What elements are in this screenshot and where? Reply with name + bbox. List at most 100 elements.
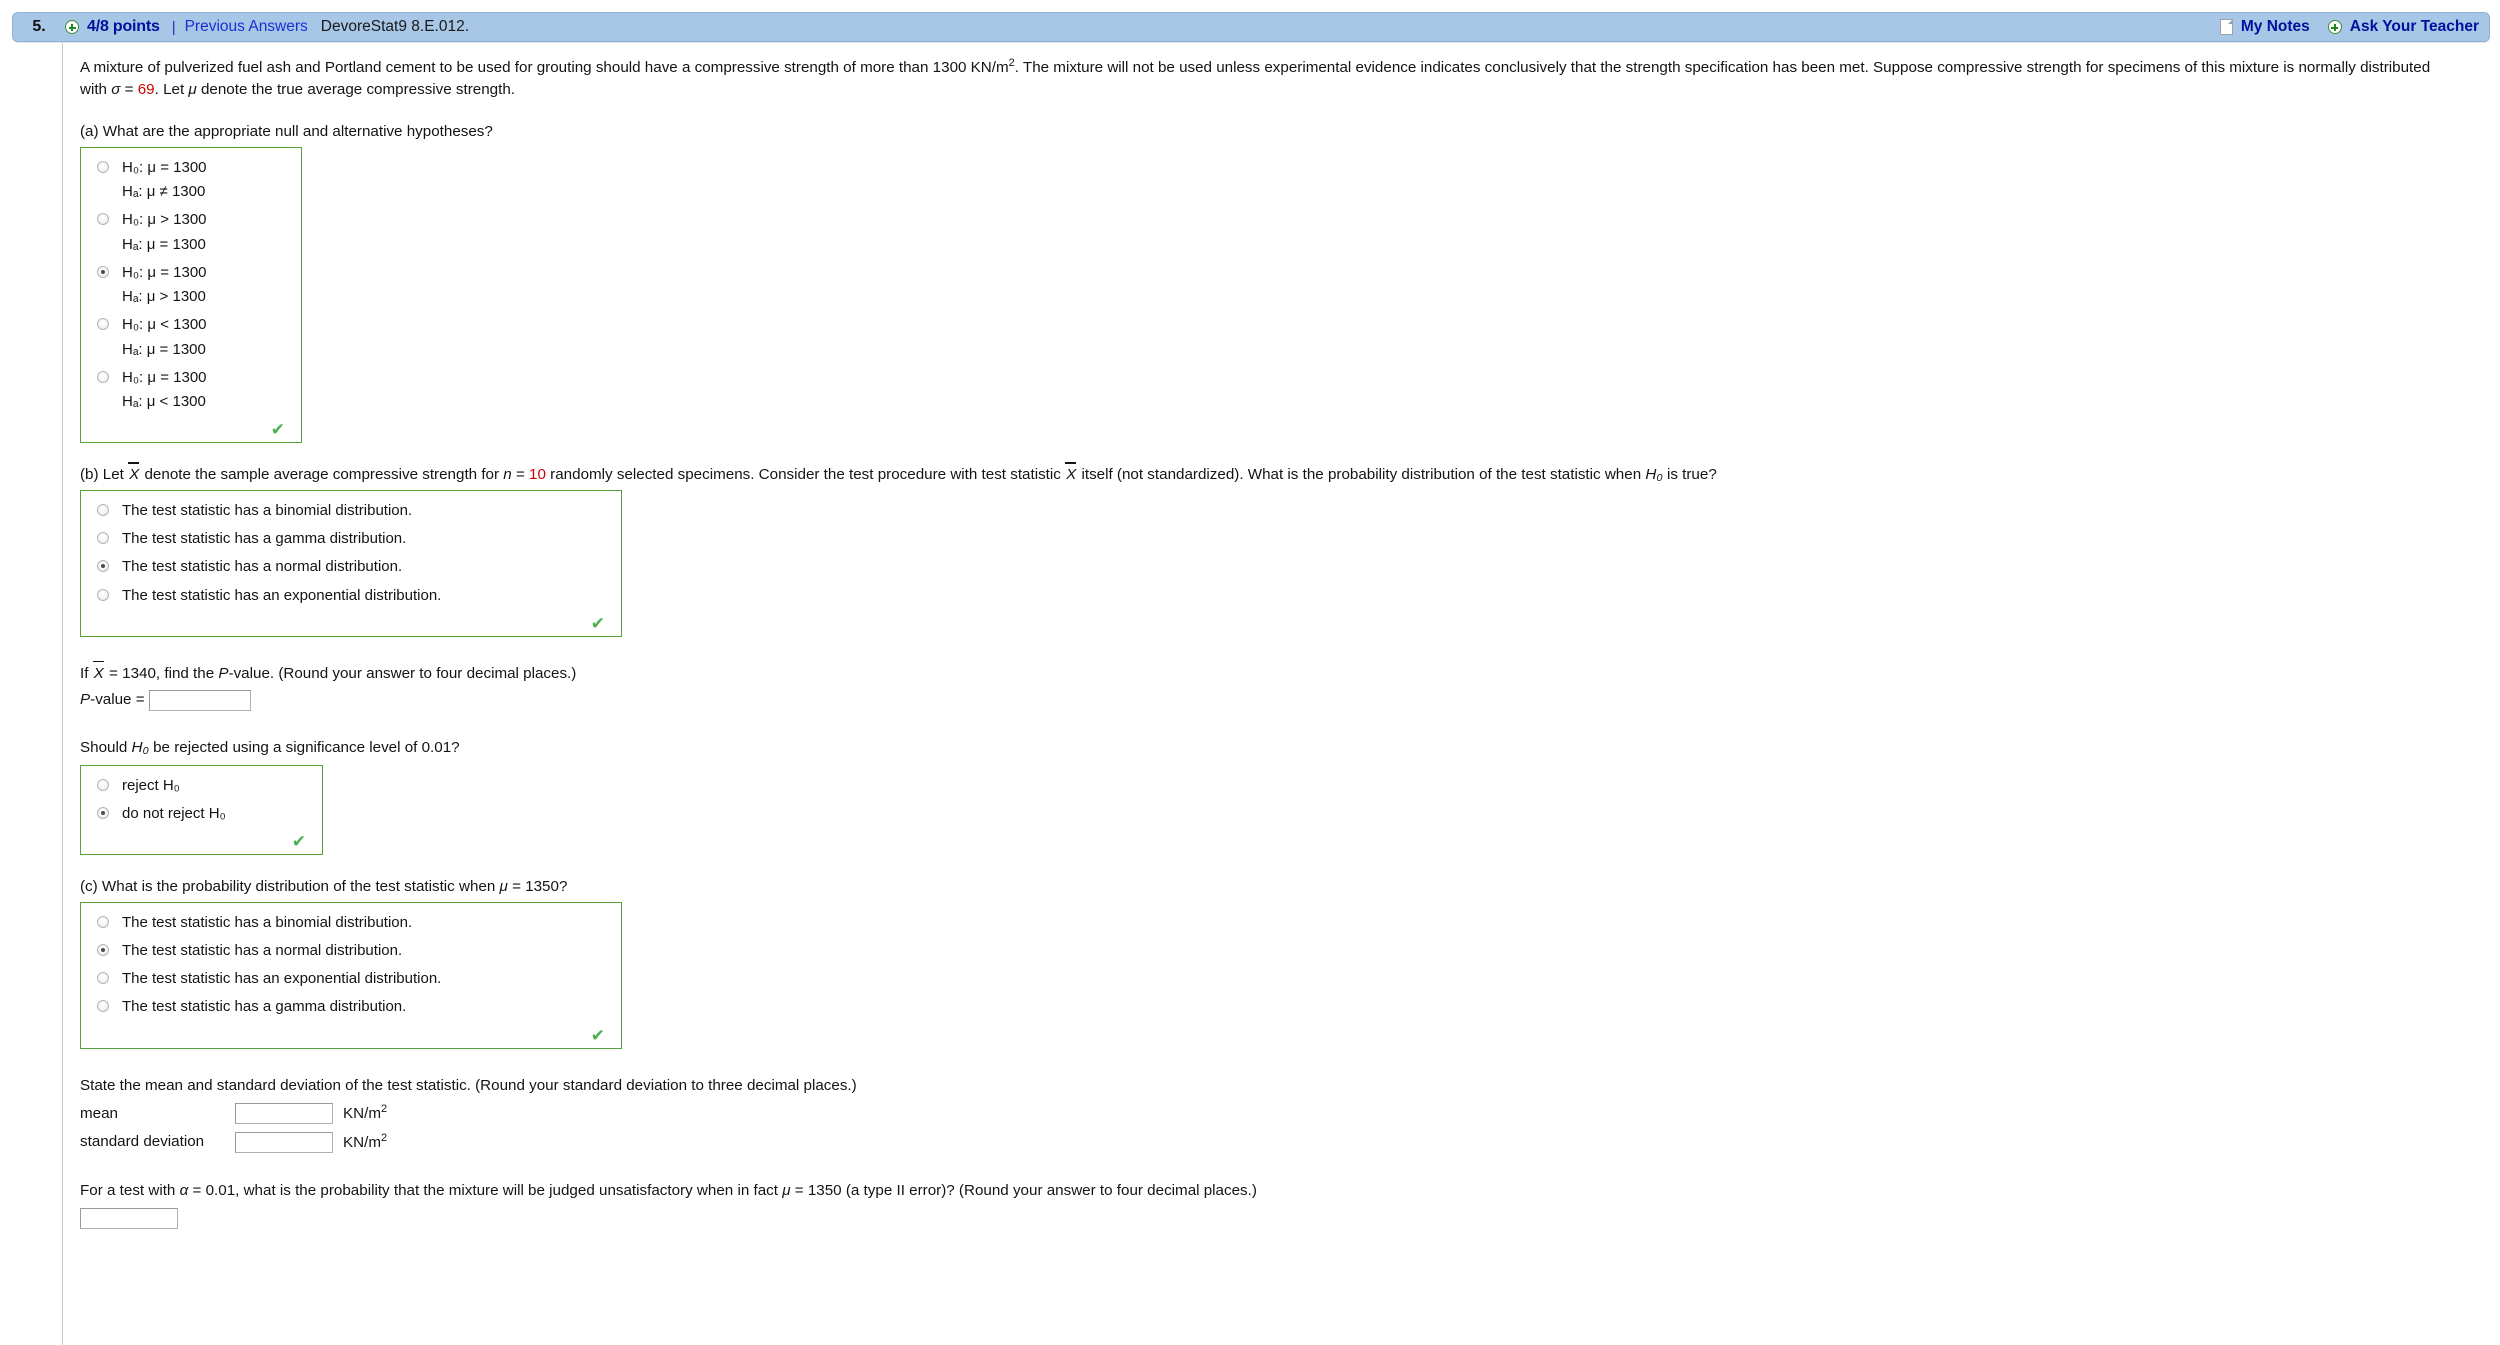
part-b-text-4: itself (not standardized). What is the p…	[1077, 466, 1646, 484]
pvalue-text-2: = 1340, find the	[104, 664, 219, 682]
mu-symbol: μ	[188, 80, 197, 98]
expand-plus-icon[interactable]	[65, 20, 79, 34]
mu-symbol-3: μ	[782, 1181, 791, 1199]
part-a-option-3[interactable]: H₀: μ = 1300 Hₐ: μ > 1300	[93, 263, 289, 308]
part-c-section: (c) What is the probability distribution…	[80, 876, 2480, 1229]
radio-button[interactable]	[97, 370, 109, 383]
hypothesis-null: H₀: μ = 1300	[122, 263, 207, 281]
part-b-option-4[interactable]: The test statistic has an exponential di…	[93, 586, 609, 606]
part-c-option-1[interactable]: The test statistic has a binomial distri…	[93, 913, 609, 933]
part-b-option-2[interactable]: The test statistic has a gamma distribut…	[93, 529, 609, 549]
radio-button[interactable]	[97, 1000, 109, 1013]
part-a-option-5[interactable]: H₀: μ = 1300 Hₐ: μ < 1300	[93, 368, 289, 413]
part-c-option-3[interactable]: The test statistic has an exponential di…	[93, 969, 609, 989]
header-separator: |	[171, 18, 176, 36]
type2-error-question: For a test with α = 0.01, what is the pr…	[80, 1180, 2480, 1202]
sd-unit: KN/m2	[343, 1131, 387, 1154]
part-c-question: (c) What is the probability distribution…	[80, 876, 2480, 898]
ask-teacher-plus-icon[interactable]	[2327, 20, 2342, 34]
option-label: H₀: μ > 1300 Hₐ: μ = 1300	[122, 210, 207, 255]
hypothesis-alt: Hₐ: μ = 1300	[122, 235, 206, 253]
hypothesis-alt: Hₐ: μ ≠ 1300	[122, 183, 206, 201]
option-label: The test statistic has a binomial distri…	[122, 501, 413, 519]
part-a-option-2[interactable]: H₀: μ > 1300 Hₐ: μ = 1300	[93, 210, 289, 255]
question-header-bar: 5. 4/8 points | Previous Answers DevoreS…	[12, 12, 2490, 42]
radio-button-selected[interactable]	[97, 265, 109, 278]
x-bar-symbol: X	[128, 462, 140, 486]
notes-page-icon[interactable]	[2219, 19, 2233, 35]
part-b-text-1: (b) Let	[80, 466, 129, 484]
reject-answer-box: reject H₀ do not reject H₀ ✔	[80, 764, 323, 856]
part-b-equals: =	[511, 466, 530, 484]
radio-button[interactable]	[97, 915, 109, 928]
option-label: H₀: μ = 1300 Hₐ: μ < 1300	[122, 368, 207, 413]
radio-button[interactable]	[97, 503, 109, 516]
option-label: The test statistic has an exponential di…	[122, 586, 442, 604]
problem-statement: A mixture of pulverized fuel ash and Por…	[80, 56, 2435, 100]
ask-your-teacher-button[interactable]: Ask Your Teacher	[2350, 18, 2479, 36]
mean-unit-exponent: 2	[380, 1103, 388, 1116]
problem-text-3: . Let	[154, 80, 189, 98]
mean-unit-text: KN/m	[343, 1105, 381, 1123]
part-a-section: (a) What are the appropriate null and al…	[80, 121, 2480, 444]
radio-button[interactable]	[97, 318, 109, 331]
my-notes-button[interactable]: My Notes	[2241, 18, 2310, 36]
part-c-correct-row: ✔	[93, 1026, 609, 1044]
hypothesis-alt: Hₐ: μ > 1300	[122, 288, 206, 306]
part-b-section: (b) Let X denote the sample average comp…	[80, 462, 2480, 856]
problem-text-1: A mixture of pulverized fuel ash and Por…	[80, 59, 1009, 77]
mu-symbol-2: μ	[499, 878, 508, 896]
x-bar-symbol-3: X	[92, 660, 105, 685]
reject-text-1: Should	[80, 739, 132, 757]
reject-option-2[interactable]: do not reject H₀	[93, 804, 310, 824]
part-b-text-5: is true?	[1662, 466, 1717, 484]
part-b-option-1[interactable]: The test statistic has a binomial distri…	[93, 501, 609, 521]
part-a-correct-row: ✔	[93, 420, 289, 438]
previous-answers-link[interactable]: Previous Answers	[185, 18, 308, 36]
reject-option-1[interactable]: reject H₀	[93, 776, 310, 796]
part-c-option-4[interactable]: The test statistic has a gamma distribut…	[93, 997, 609, 1017]
sd-unit-exponent: 2	[380, 1131, 388, 1144]
hypothesis-null: H₀: μ < 1300	[122, 316, 207, 334]
pvalue-text-1: If	[80, 664, 93, 682]
header-right-actions: My Notes Ask Your Teacher	[2219, 18, 2489, 36]
sigma-value: 69	[137, 80, 155, 98]
part-b-answer-box: The test statistic has a binomial distri…	[80, 489, 622, 637]
radio-button-selected[interactable]	[97, 806, 109, 819]
radio-button[interactable]	[97, 532, 109, 545]
radio-button[interactable]	[97, 160, 109, 173]
part-c-text-2: = 1350?	[507, 878, 568, 896]
pvalue-row: P-value =	[80, 689, 2480, 711]
part-c-text-1: (c) What is the probability distribution…	[80, 878, 500, 896]
reject-text-2: be rejected using a significance level o…	[148, 739, 460, 757]
radio-button[interactable]	[97, 213, 109, 226]
hypothesis-null: H₀: μ = 1300	[122, 158, 207, 176]
radio-button-selected[interactable]	[97, 943, 109, 956]
radio-button-selected[interactable]	[97, 560, 109, 573]
part-c-option-2[interactable]: The test statistic has a normal distribu…	[93, 941, 609, 961]
part-a-option-4[interactable]: H₀: μ < 1300 Hₐ: μ = 1300	[93, 315, 289, 360]
option-label: The test statistic has a gamma distribut…	[122, 998, 407, 1016]
part-a-option-1[interactable]: H₀: μ = 1300 Hₐ: μ ≠ 1300	[93, 158, 289, 203]
type2-error-input[interactable]	[80, 1207, 178, 1229]
type2-input-row	[80, 1207, 2480, 1229]
part-b-option-3[interactable]: The test statistic has a normal distribu…	[93, 557, 609, 577]
reject-correct-row: ✔	[93, 832, 310, 850]
correct-checkmark-icon: ✔	[270, 420, 285, 440]
sd-input[interactable]	[235, 1131, 333, 1153]
part-b-correct-row: ✔	[93, 614, 609, 632]
mean-input[interactable]	[235, 1103, 333, 1125]
radio-button[interactable]	[97, 972, 109, 985]
option-label: The test statistic has a normal distribu…	[122, 558, 403, 576]
n-value: 10	[529, 466, 546, 484]
problem-text-4: denote the true average compressive stre…	[196, 80, 516, 98]
radio-button[interactable]	[97, 778, 109, 791]
reject-question: Should H₀ be rejected using a significan…	[80, 737, 2480, 759]
mean-unit: KN/m2	[343, 1102, 387, 1125]
n-symbol: n	[503, 466, 512, 484]
pvalue-input[interactable]	[148, 689, 251, 711]
question-content: A mixture of pulverized fuel ash and Por…	[80, 56, 2480, 1229]
part-b-text-3: randomly selected specimens. Consider th…	[545, 466, 1066, 484]
left-divider-rule	[62, 43, 63, 1345]
radio-button[interactable]	[97, 588, 109, 601]
